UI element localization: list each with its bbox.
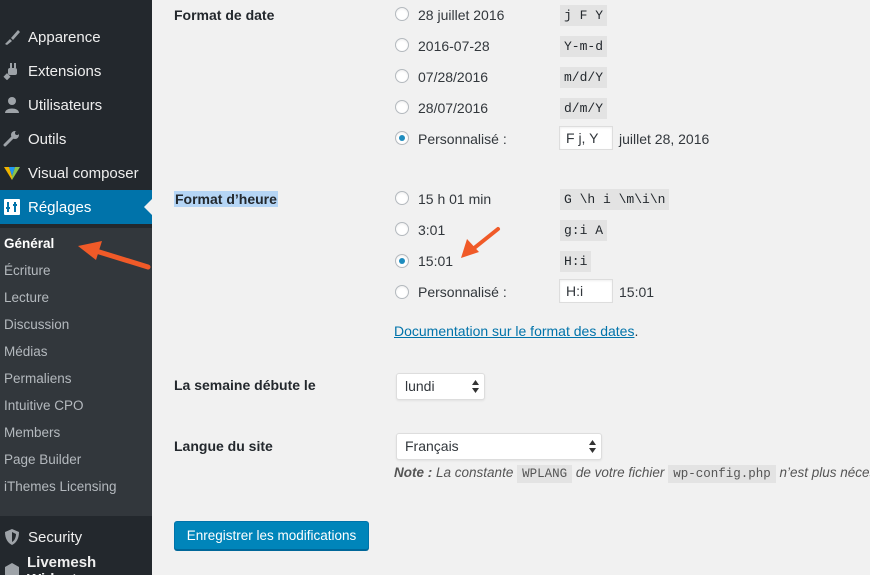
menu-label: Utilisateurs xyxy=(28,96,103,114)
week-start-value: lundi xyxy=(405,378,435,394)
date-option-label[interactable]: 07/28/2016 xyxy=(418,69,488,85)
time-option-label[interactable]: Personnalisé : xyxy=(418,284,507,300)
date-format-documentation-link[interactable]: Documentation sur le format des dates. xyxy=(394,323,638,339)
doc-link-text[interactable]: Documentation sur le format des dates xyxy=(394,323,634,339)
visual-composer-icon xyxy=(2,163,22,183)
custom-date-format-input[interactable]: F j, Y xyxy=(559,126,613,150)
custom-time-format-input[interactable]: H:i xyxy=(559,279,613,303)
users-icon xyxy=(2,95,22,115)
custom-time-preview: 15:01 xyxy=(619,284,655,300)
time-format-code: G \h i \m\i\n xyxy=(560,189,670,210)
select-arrows-icon xyxy=(472,380,479,393)
menu-item-apparence[interactable]: Apparence xyxy=(0,20,152,54)
submenu-medias[interactable]: Médias xyxy=(4,342,48,362)
date-option-label[interactable]: Personnalisé : xyxy=(418,131,507,147)
date-format-radio-2[interactable] xyxy=(395,38,409,52)
doc-link-suffix: . xyxy=(634,323,639,339)
date-format-code: d/m/Y xyxy=(560,98,608,119)
date-format-label: Format de date xyxy=(174,7,275,23)
menu-label: Security xyxy=(28,528,83,546)
menu-item-reglages[interactable]: Réglages xyxy=(0,190,152,224)
time-format-radio-2[interactable] xyxy=(395,222,409,236)
time-format-radio-3[interactable] xyxy=(395,254,409,268)
submenu-lecture[interactable]: Lecture xyxy=(4,288,49,308)
date-format-radio-3[interactable] xyxy=(395,69,409,83)
menu-label: Extensions xyxy=(28,62,102,80)
menu-item-visual-composer[interactable]: Visual composer xyxy=(0,156,152,190)
plugin-icon xyxy=(2,61,22,81)
settings-icon xyxy=(2,197,22,217)
wplang-note: Note : La constante WPLANG de votre fich… xyxy=(394,465,870,483)
date-format-code: m/d/Y xyxy=(560,67,608,88)
time-format-code: g:i A xyxy=(560,220,608,241)
date-option-label[interactable]: 28/07/2016 xyxy=(418,100,488,116)
note-text: La constante xyxy=(436,465,514,480)
submenu-ithemes-licensing[interactable]: iThemes Licensing xyxy=(4,477,117,497)
date-format-radio-1[interactable] xyxy=(395,7,409,21)
shield-icon xyxy=(2,527,22,547)
submenu-ecriture[interactable]: Écriture xyxy=(4,261,51,281)
time-format-label: Format d’heure xyxy=(174,191,278,207)
date-option-label[interactable]: 2016-07-28 xyxy=(418,38,490,54)
note-text: de votre fichier xyxy=(575,465,665,480)
menu-label: Visual composer xyxy=(28,164,139,182)
admin-sidebar: Apparence Extensions Utilisateurs Outils… xyxy=(0,0,152,575)
menu-label: Apparence xyxy=(28,28,101,46)
date-option-label[interactable]: 28 juillet 2016 xyxy=(418,7,504,23)
date-format-code: j F Y xyxy=(560,5,608,26)
menu-item-security[interactable]: Security xyxy=(0,520,152,554)
paintbrush-icon xyxy=(2,27,22,47)
menu-label: Outils xyxy=(28,130,67,148)
time-format-code: H:i xyxy=(560,251,592,272)
date-format-radio-custom[interactable] xyxy=(395,131,409,145)
menu-item-utilisateurs[interactable]: Utilisateurs xyxy=(0,88,152,122)
menu-item-extensions[interactable]: Extensions xyxy=(0,54,152,88)
time-option-label[interactable]: 3:01 xyxy=(418,222,445,238)
menu-item-outils[interactable]: Outils xyxy=(0,122,152,156)
annotation-arrow-icon xyxy=(78,241,151,270)
time-format-radio-1[interactable] xyxy=(395,191,409,205)
time-option-label[interactable]: 15:01 xyxy=(418,253,453,269)
submenu-page-builder[interactable]: Page Builder xyxy=(4,450,81,470)
submenu-members[interactable]: Members xyxy=(4,423,60,443)
submenu-permaliens[interactable]: Permaliens xyxy=(4,369,72,389)
site-language-select[interactable]: Français xyxy=(396,433,602,460)
note-code-wplang: WPLANG xyxy=(517,465,573,483)
site-language-value: Français xyxy=(405,438,459,454)
week-start-label: La semaine débute le xyxy=(174,377,316,393)
note-code-wpconfig: wp-config.php xyxy=(668,465,776,483)
save-changes-button[interactable]: Enregistrer les modifications xyxy=(174,521,369,550)
livemesh-icon xyxy=(2,561,21,575)
date-format-radio-4[interactable] xyxy=(395,100,409,114)
time-option-label[interactable]: 15 h 01 min xyxy=(418,191,491,207)
menu-label: Réglages xyxy=(28,198,92,216)
menu-item-livemesh-widgets[interactable]: Livemesh Widgets xyxy=(0,554,152,575)
menu-label: Livemesh Widgets xyxy=(27,554,97,575)
date-format-code: Y-m-d xyxy=(560,36,608,57)
note-text: n’est plus nécessaire. xyxy=(779,465,870,480)
note-prefix: Note : xyxy=(394,465,433,480)
annotation-arrow-icon xyxy=(461,227,500,258)
custom-date-preview: juillet 28, 2016 xyxy=(619,131,710,147)
select-arrows-icon xyxy=(589,440,596,453)
site-language-label: Langue du site xyxy=(174,438,273,454)
week-start-select[interactable]: lundi xyxy=(396,373,485,400)
submenu-discussion[interactable]: Discussion xyxy=(4,315,69,335)
submenu-general[interactable]: Général xyxy=(4,234,54,254)
time-format-radio-custom[interactable] xyxy=(395,285,409,299)
submenu-intuitive-cpo[interactable]: Intuitive CPO xyxy=(4,396,84,416)
wrench-icon xyxy=(2,129,22,149)
